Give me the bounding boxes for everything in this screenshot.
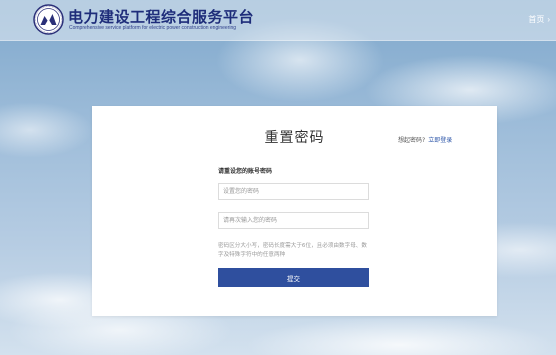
top-header-bar: 电力建设工程综合服务平台 Comprehensive service platf… (0, 0, 556, 41)
home-link-label: 首页 (528, 15, 545, 24)
confirm-password-input[interactable] (218, 212, 369, 229)
chevron-right-icon: › (547, 15, 550, 24)
section-label: 请重设您的账号密码 (218, 168, 273, 175)
password-rules-hint: 密码区分大小写，密码长度需大于6位，且必须由数字母、数字及特殊字符中的任意两种 (218, 243, 367, 258)
new-password-input[interactable] (218, 183, 369, 200)
association-seal-logo[interactable] (33, 4, 64, 35)
home-link[interactable]: 首页 › (528, 14, 550, 25)
submit-button[interactable]: 提交 (218, 268, 369, 287)
login-hint: 想起密码? 立即登录 (398, 135, 452, 144)
login-now-link[interactable]: 立即登录 (428, 137, 452, 144)
platform-title: 电力建设工程综合服务平台 (68, 8, 255, 26)
platform-subtitle: Comprehensive service platform for elect… (69, 25, 237, 31)
reset-password-card: 重置密码 想起密码? 立即登录 请重设您的账号密码 密码区分大小写，密码长度需大于… (92, 106, 497, 316)
login-hint-text: 想起密码? (398, 137, 426, 144)
